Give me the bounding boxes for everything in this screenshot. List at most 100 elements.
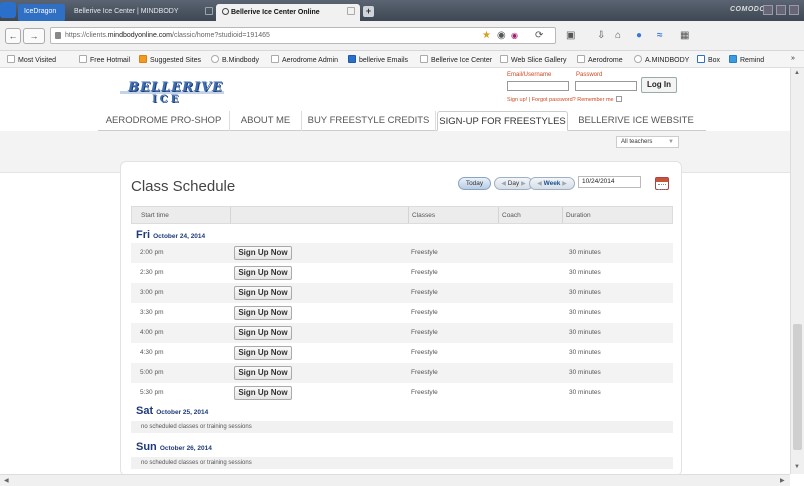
row-time: 2:00 pm — [140, 249, 164, 256]
bookmark-free-hotmail[interactable]: Free Hotmail — [79, 55, 130, 64]
row-duration: 30 minutes — [569, 389, 601, 396]
login-button[interactable]: Log In — [641, 77, 677, 93]
calendar-icon[interactable] — [655, 177, 669, 190]
back-button[interactable]: ← — [5, 28, 21, 44]
col-classes: Classes — [412, 212, 436, 219]
tab-bellerive-online[interactable]: Bellerive Ice Center Online — [216, 4, 360, 21]
sign-up-button[interactable]: Sign Up Now — [234, 366, 292, 380]
week-view-button[interactable]: ◀ Week ▶ — [529, 177, 575, 190]
browser-titlebar: IceDragon Bellerive Ice Center | MINDBOD… — [0, 0, 804, 21]
close-tab-icon[interactable] — [205, 7, 213, 15]
bookmarks-overflow-icon[interactable]: » — [791, 55, 795, 62]
site-logo[interactable]: BELLERIVE ICE — [120, 80, 224, 110]
teacher-select[interactable]: All teachers ▼ — [616, 136, 679, 148]
scroll-down-icon[interactable]: ▼ — [794, 464, 800, 470]
table-row: 2:00 pm Sign Up Now Freestyle 30 minutes — [131, 243, 673, 263]
scroll-right-icon[interactable]: ▶ — [780, 477, 785, 484]
url-bar[interactable]: https://clients.mindbodyonline.com/class… — [50, 27, 556, 44]
search-engine-icon[interactable]: ▣ — [566, 31, 575, 41]
row-class[interactable]: Freestyle — [411, 369, 438, 376]
bookmark-most-visited[interactable]: Most Visited — [7, 55, 56, 64]
new-tab-button[interactable]: + — [363, 6, 374, 17]
row-class[interactable]: Freestyle — [411, 289, 438, 296]
menu-pro-shop[interactable]: AERODROME PRO-SHOP — [98, 111, 230, 131]
bookmark-bellerive-ice-center[interactable]: Bellerive Ice Center — [420, 55, 492, 64]
maximize-icon[interactable] — [776, 5, 786, 15]
tab-icedragon[interactable]: IceDragon — [18, 4, 65, 21]
row-class[interactable]: Freestyle — [411, 309, 438, 316]
row-class[interactable]: Freestyle — [411, 389, 438, 396]
share-icon[interactable]: ≈ — [657, 31, 663, 41]
date-field[interactable]: 10/24/2014 — [578, 176, 641, 188]
prev-day-icon[interactable]: ◀ — [501, 181, 506, 187]
scrollbar-thumb[interactable] — [793, 324, 802, 450]
no-classes-message: no scheduled classes or training session… — [131, 457, 673, 469]
row-class[interactable]: Freestyle — [411, 249, 438, 256]
menu-about-me[interactable]: ABOUT ME — [230, 111, 302, 131]
close-tab-icon[interactable] — [347, 7, 355, 15]
forward-button[interactable]: → — [23, 28, 45, 44]
vertical-scrollbar[interactable]: ▲ ▼ — [790, 68, 804, 474]
sign-up-button[interactable]: Sign Up Now — [234, 246, 292, 260]
row-time: 3:00 pm — [140, 289, 164, 296]
yahoo-icon[interactable]: ◉ — [511, 31, 518, 41]
day-header-sun: Sun October 26, 2014 — [136, 441, 212, 453]
day-date: October 25, 2014 — [156, 409, 209, 416]
scroll-left-icon[interactable]: ◀ — [4, 477, 9, 484]
download-icon[interactable]: ⇩ — [597, 31, 605, 41]
table-row: 3:30 pm Sign Up Now Freestyle 30 minutes — [131, 303, 673, 323]
minimize-icon[interactable] — [763, 5, 773, 15]
bookmark-web-slice-gallery[interactable]: Web Slice Gallery — [500, 55, 567, 64]
menu-signup-freestyles[interactable]: SIGN-UP FOR FREESTYLES — [437, 111, 568, 131]
row-class[interactable]: Freestyle — [411, 329, 438, 336]
home-icon[interactable]: ⌂ — [615, 31, 621, 41]
menu-icon[interactable]: ▦ — [680, 31, 689, 41]
reload-icon[interactable]: ⟳ — [535, 31, 543, 41]
day-name: Sun — [136, 441, 157, 453]
bookmark-box[interactable]: Box — [697, 55, 720, 64]
sign-up-button[interactable]: Sign Up Now — [234, 326, 292, 340]
bookmark-aerodrome[interactable]: Aerodrome — [577, 55, 623, 64]
day-date: October 26, 2014 — [159, 445, 212, 452]
row-class[interactable]: Freestyle — [411, 269, 438, 276]
today-button[interactable]: Today — [458, 177, 491, 190]
password-field[interactable] — [575, 81, 637, 91]
browser-logo-icon[interactable] — [0, 2, 16, 18]
tab-mindbody[interactable]: Bellerive Ice Center | MINDBODY — [68, 4, 218, 21]
bookmark-amindbody[interactable]: A.MINDBODY — [634, 55, 689, 64]
next-week-icon[interactable]: ▶ — [562, 181, 567, 187]
star-bookmark-icon[interactable]: ★ — [482, 31, 491, 41]
email-field[interactable] — [507, 81, 569, 91]
remember-me-checkbox[interactable] — [615, 96, 622, 102]
bookmark-bellerive-emails[interactable]: bellerive Emails — [348, 55, 408, 64]
horizontal-scrollbar[interactable]: ◀ ▶ — [0, 474, 790, 486]
sign-up-button[interactable]: Sign Up Now — [234, 386, 292, 400]
sign-up-button[interactable]: Sign Up Now — [234, 346, 292, 360]
sign-up-button[interactable]: Sign Up Now — [234, 286, 292, 300]
url-domain: mindbodyonline.com — [107, 32, 172, 39]
close-window-icon[interactable] — [789, 5, 799, 15]
forgot-password-link[interactable]: Forgot password? — [532, 97, 576, 103]
next-day-icon[interactable]: ▶ — [521, 181, 526, 187]
signup-link[interactable]: Sign up! — [507, 97, 527, 103]
sign-up-button[interactable]: Sign Up Now — [234, 306, 292, 320]
teacher-select-value: All teachers — [621, 139, 653, 145]
day-view-button[interactable]: ◀ Day ▶ — [494, 177, 533, 190]
row-time: 3:30 pm — [140, 309, 164, 316]
row-duration: 30 minutes — [569, 269, 601, 276]
social-icon[interactable]: ● — [636, 31, 642, 41]
bookmark-remind[interactable]: Remind — [729, 55, 764, 64]
sign-up-button[interactable]: Sign Up Now — [234, 266, 292, 280]
logo-text-line1: BELLERIVE — [128, 80, 223, 95]
scroll-up-icon[interactable]: ▲ — [794, 70, 800, 76]
menu-buy-freestyle-credits[interactable]: BUY FREESTYLE CREDITS — [302, 111, 436, 131]
bookmark-suggested-sites[interactable]: Suggested Sites — [139, 55, 201, 64]
bookmark-bmindbody[interactable]: B.Mindbody — [211, 55, 259, 64]
menu-bellerive-website[interactable]: BELLERIVE ICE WEBSITE — [569, 111, 703, 131]
table-row: 4:30 pm Sign Up Now Freestyle 30 minutes — [131, 343, 673, 363]
prev-week-icon[interactable]: ◀ — [537, 181, 542, 187]
today-label: Today — [465, 180, 484, 187]
row-class[interactable]: Freestyle — [411, 349, 438, 356]
site-info-icon[interactable]: ◉ — [497, 31, 506, 41]
bookmark-aerodrome-admin[interactable]: Aerodrome Admin — [271, 55, 338, 64]
